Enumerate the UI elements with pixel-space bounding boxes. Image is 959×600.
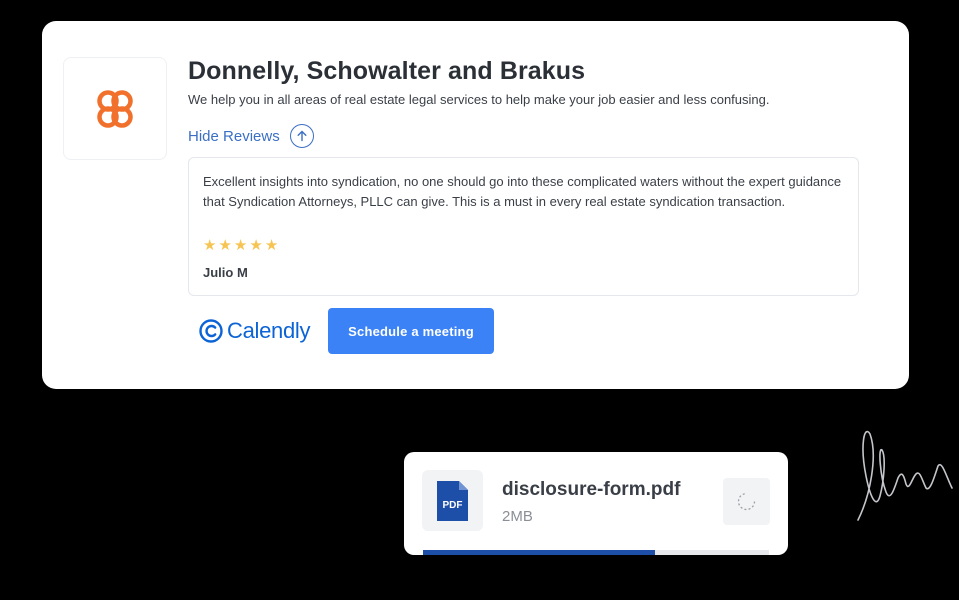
review-text: Excellent insights into syndication, no … (203, 174, 842, 209)
file-upload-card: PDF disclosure-form.pdf 2MB (404, 452, 788, 555)
signature-icon (857, 431, 953, 521)
loading-spinner-icon (723, 478, 770, 525)
reviewer-name: Julio M (203, 265, 248, 280)
hide-reviews-toggle[interactable]: Hide Reviews (188, 123, 314, 149)
star-rating: ★ ★ ★ ★ ★ (203, 237, 278, 255)
company-card: Donnelly, Schowalter and Brakus We help … (42, 21, 909, 389)
pdf-icon-label: PDF (443, 500, 463, 511)
hide-reviews-label[interactable]: Hide Reviews (188, 128, 280, 145)
star-icon: ★ (264, 237, 279, 254)
file-name: disclosure-form.pdf (502, 479, 681, 500)
file-size: 2MB (502, 508, 533, 525)
company-description: We help you in all areas of real estate … (188, 92, 770, 107)
star-icon: ★ (218, 237, 232, 254)
arrow-up-icon[interactable] (289, 124, 314, 148)
company-logo (63, 57, 167, 160)
calendly-brand: Calendly (199, 318, 311, 344)
star-icon: ★ (203, 237, 217, 254)
star-icon: ★ (233, 237, 248, 254)
calendly-wordmark: Calendly (227, 318, 311, 343)
review-card: Excellent insights into syndication, no … (188, 157, 859, 296)
upload-progress-fill (423, 550, 655, 555)
company-name: Donnelly, Schowalter and Brakus (188, 57, 586, 85)
pdf-file-icon: PDF (422, 470, 483, 531)
schedule-meeting-button[interactable]: Schedule a meeting (328, 308, 494, 354)
upload-progress-bar (423, 550, 769, 555)
calendly-logo-icon (199, 319, 223, 343)
star-icon: ★ (249, 237, 263, 254)
flower-logo-icon (97, 90, 133, 128)
